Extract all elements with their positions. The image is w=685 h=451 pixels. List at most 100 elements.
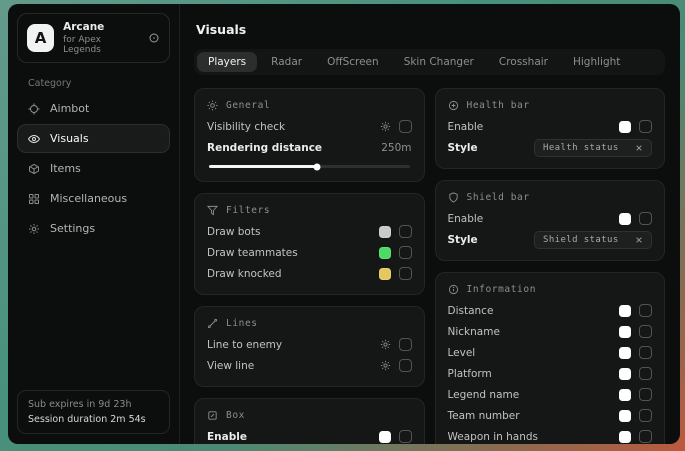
legend-name-checkbox[interactable] (639, 388, 652, 401)
draw-knocked-row: Draw knocked (207, 263, 412, 284)
section-information: Information Distance Nickname (435, 272, 666, 444)
rendering-distance-slider[interactable] (209, 165, 410, 168)
level-color-swatch[interactable] (619, 347, 631, 359)
row-label: Draw bots (207, 226, 379, 238)
row-label: Distance (448, 305, 620, 317)
level-row: Level (448, 342, 653, 363)
shield-style-select[interactable]: Shield status (534, 231, 652, 249)
platform-row: Platform (448, 363, 653, 384)
distance-row: Distance (448, 300, 653, 321)
view-line-checkbox[interactable] (399, 359, 412, 372)
distance-checkbox[interactable] (639, 304, 652, 317)
tab-offscreen[interactable]: OffScreen (316, 52, 390, 72)
nickname-color-swatch[interactable] (619, 326, 631, 338)
draw-knocked-checkbox[interactable] (399, 267, 412, 280)
tab-highlight[interactable]: Highlight (562, 52, 631, 72)
draw-bots-checkbox[interactable] (399, 225, 412, 238)
app-logo-card: A Arcane for Apex Legends (17, 13, 170, 63)
weapon-color-swatch[interactable] (619, 431, 631, 443)
row-label: Enable (448, 213, 620, 225)
sub-expiry-text: Sub expires in 9d 23h (28, 399, 159, 410)
draw-teammates-checkbox[interactable] (399, 246, 412, 259)
draw-bots-color-swatch[interactable] (379, 226, 391, 238)
section-title: Health bar (467, 100, 530, 111)
health-enable-checkbox[interactable] (639, 120, 652, 133)
settings-gear-icon[interactable] (380, 339, 391, 350)
sidebar-item-aimbot[interactable]: Aimbot (17, 94, 170, 123)
health-style-value: Health status (543, 143, 619, 153)
visibility-check-checkbox[interactable] (399, 120, 412, 133)
weapon-in-hands-checkbox[interactable] (639, 430, 652, 443)
distance-color-swatch[interactable] (619, 305, 631, 317)
tab-radar[interactable]: Radar (260, 52, 313, 72)
health-color-swatch[interactable] (619, 121, 631, 133)
line-to-enemy-checkbox[interactable] (399, 338, 412, 351)
tab-skin-changer[interactable]: Skin Changer (393, 52, 485, 72)
row-label: Enable (448, 121, 620, 133)
draw-teammates-color-swatch[interactable] (379, 247, 391, 259)
team-number-checkbox[interactable] (639, 409, 652, 422)
sun-icon (207, 100, 218, 111)
draw-teammates-row: Draw teammates (207, 242, 412, 263)
draw-knocked-color-swatch[interactable] (379, 268, 391, 280)
level-checkbox[interactable] (639, 346, 652, 359)
box-enable-color-swatch[interactable] (379, 431, 391, 443)
section-title: Information (467, 284, 537, 295)
health-style-row: Style Health status (448, 137, 653, 158)
app-window: A Arcane for Apex Legends Category Aimbo… (8, 4, 680, 444)
app-name: Arcane (63, 21, 139, 33)
desktop-background: A Arcane for Apex Legends Category Aimbo… (0, 0, 685, 451)
health-icon (448, 100, 459, 111)
info-icon (448, 284, 459, 295)
health-style-select[interactable]: Health status (534, 139, 652, 157)
box-enable-row: Enable (207, 426, 412, 444)
cube-icon (28, 163, 40, 175)
section-health-bar: Health bar Enable Style H (435, 88, 666, 169)
session-duration-text: Session duration 2m 54s (28, 414, 159, 425)
team-number-color-swatch[interactable] (619, 410, 631, 422)
rendering-distance-row: Rendering distance 250m (207, 137, 412, 158)
slider-handle[interactable] (314, 163, 321, 170)
platform-color-swatch[interactable] (619, 368, 631, 380)
settings-gear-icon[interactable] (380, 360, 391, 371)
close-icon[interactable] (635, 144, 643, 152)
row-label: Enable (207, 431, 379, 443)
legend-name-color-swatch[interactable] (619, 389, 631, 401)
sidebar-item-label: Aimbot (50, 102, 89, 115)
target-icon[interactable] (148, 32, 160, 44)
section-box: Box Enable Enable background (194, 398, 425, 444)
row-label: Rendering distance (207, 142, 381, 154)
nickname-row: Nickname (448, 321, 653, 342)
platform-checkbox[interactable] (639, 367, 652, 380)
row-label: Visibility check (207, 121, 380, 133)
gear-icon (28, 223, 40, 235)
row-label: Legend name (448, 389, 620, 401)
sidebar-item-visuals[interactable]: Visuals (17, 124, 170, 153)
sidebar-item-items[interactable]: Items (17, 154, 170, 183)
funnel-icon (207, 205, 218, 216)
eye-icon (28, 133, 40, 145)
sidebar-item-settings[interactable]: Settings (17, 214, 170, 243)
tab-players[interactable]: Players (197, 52, 257, 72)
sidebar-item-miscellaneous[interactable]: Miscellaneous (17, 184, 170, 213)
settings-gear-icon[interactable] (380, 121, 391, 132)
visibility-check-row: Visibility check (207, 116, 412, 137)
box-icon (207, 410, 218, 421)
team-number-row: Team number (448, 405, 653, 426)
sidebar-item-label: Miscellaneous (50, 192, 127, 205)
shield-color-swatch[interactable] (619, 213, 631, 225)
row-label: Draw teammates (207, 247, 379, 259)
tab-crosshair[interactable]: Crosshair (488, 52, 559, 72)
close-icon[interactable] (635, 236, 643, 244)
row-label: Draw knocked (207, 268, 379, 280)
app-subtitle: for Apex Legends (63, 35, 139, 55)
section-title: Box (226, 410, 245, 421)
row-label: Level (448, 347, 620, 359)
section-shield-bar: Shield bar Enable Style S (435, 180, 666, 261)
sidebar-item-label: Items (50, 162, 81, 175)
section-filters: Filters Draw bots Draw teammates (194, 193, 425, 295)
section-title: General (226, 100, 270, 111)
box-enable-checkbox[interactable] (399, 430, 412, 443)
nickname-checkbox[interactable] (639, 325, 652, 338)
shield-enable-checkbox[interactable] (639, 212, 652, 225)
